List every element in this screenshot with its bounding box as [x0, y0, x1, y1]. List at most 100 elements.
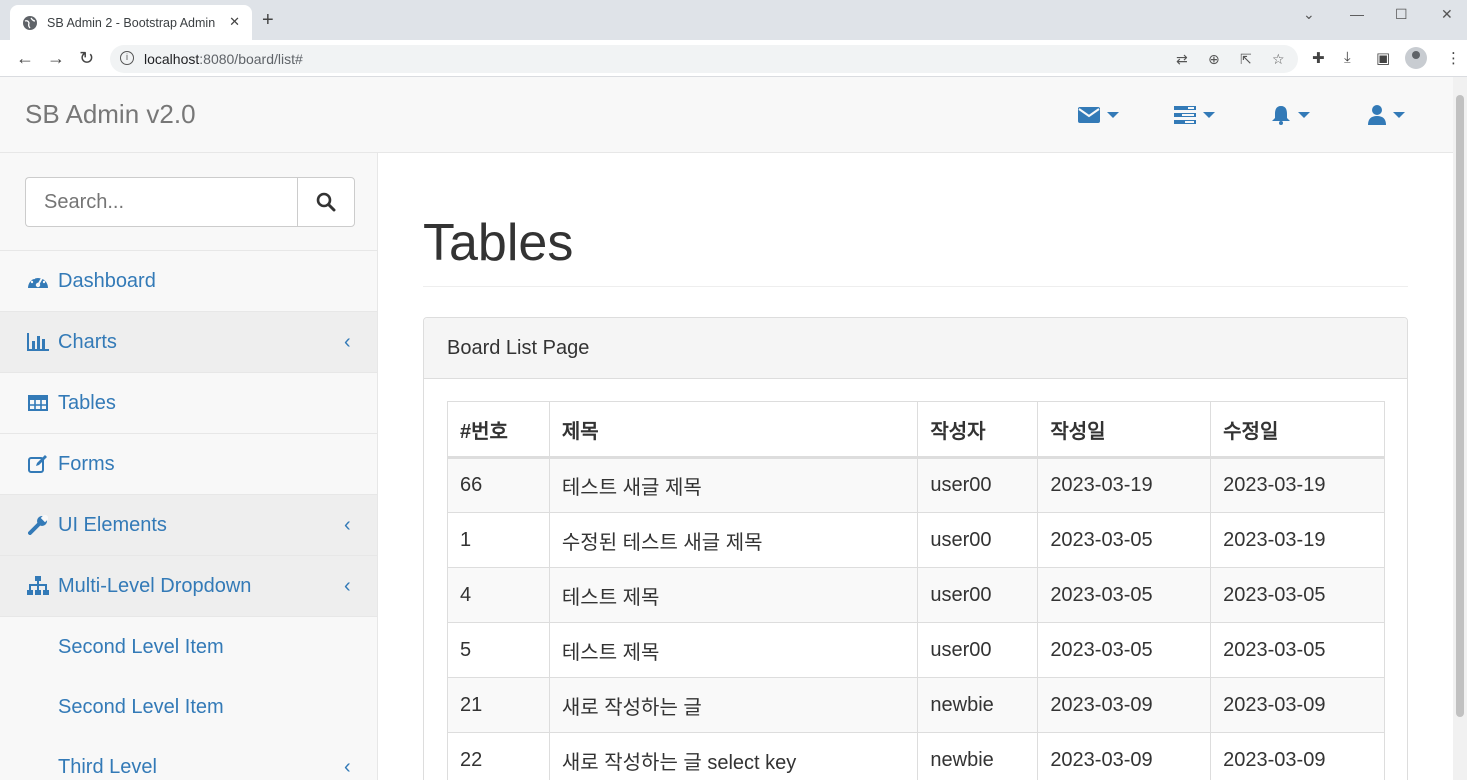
- chevron-down-icon[interactable]: ⌄: [1303, 6, 1315, 23]
- bell-icon: [1272, 106, 1290, 125]
- sidebar-item-forms[interactable]: Forms: [0, 434, 377, 495]
- search-input[interactable]: [25, 177, 298, 227]
- page-title: Tables: [423, 214, 574, 272]
- sidebar-item-label: Second Level Item: [58, 635, 224, 658]
- sidebar-item-label: Multi-Level Dropdown: [58, 574, 252, 597]
- tasks-dropdown[interactable]: [1174, 103, 1215, 127]
- sidebar-subitem-third-level[interactable]: Third Level ‹: [0, 737, 377, 780]
- cell-writer: user00: [917, 567, 1039, 623]
- zoom-icon[interactable]: ⊕: [1208, 51, 1220, 68]
- bar-chart-icon: [27, 331, 49, 353]
- table-row[interactable]: 1 수정된 테스트 새글 제목 user00 2023-03-05 2023-0…: [447, 512, 1385, 568]
- new-tab-button[interactable]: +: [262, 10, 274, 30]
- column-header-regdate: 작성일: [1037, 401, 1212, 459]
- sidebar-item-charts[interactable]: Charts ‹: [0, 312, 377, 373]
- cell-number: 1: [447, 512, 550, 568]
- board-table: #번호 제목 작성자 작성일 수정일 66 테스트 새글 제목 user00 2…: [447, 401, 1385, 780]
- close-icon[interactable]: ✕: [229, 14, 240, 30]
- url-text: localhost:8080/board/list#: [144, 51, 303, 67]
- caret-down-icon: [1203, 112, 1215, 118]
- site-info-icon[interactable]: i: [120, 51, 134, 65]
- table-header-row: #번호 제목 작성자 작성일 수정일: [447, 401, 1385, 459]
- table-row[interactable]: 5 테스트 제목 user00 2023-03-05 2023-03-05: [447, 622, 1385, 678]
- menu-dots-icon[interactable]: ⋮: [1446, 49, 1461, 67]
- scrollbar-thumb[interactable]: [1456, 95, 1464, 717]
- search-button[interactable]: [297, 177, 355, 227]
- sidebar-item-tables[interactable]: Tables: [0, 373, 377, 434]
- cell-updatedate: 2023-03-05: [1210, 567, 1385, 623]
- dashboard-icon: [27, 270, 49, 292]
- translate-icon[interactable]: ⇄: [1176, 51, 1188, 68]
- table-icon: [27, 392, 49, 414]
- caret-down-icon: [1107, 112, 1119, 118]
- sidebar: Dashboard Charts ‹ Tables Forms: [0, 153, 378, 780]
- cell-number: 66: [447, 457, 550, 513]
- cell-title[interactable]: 새로 작성하는 글: [548, 677, 919, 733]
- column-header-writer: 작성자: [917, 401, 1039, 459]
- cell-number: 21: [447, 677, 550, 733]
- url-bar[interactable]: i localhost:8080/board/list# ⇄ ⊕ ⇱ ☆: [110, 45, 1298, 73]
- table-row[interactable]: 66 테스트 새글 제목 user00 2023-03-19 2023-03-1…: [447, 457, 1385, 513]
- alerts-dropdown[interactable]: [1271, 103, 1310, 127]
- table-row[interactable]: 22 새로 작성하는 글 select key newbie 2023-03-0…: [447, 732, 1385, 780]
- messages-dropdown[interactable]: [1078, 103, 1119, 127]
- sidebar-item-multi-level-dropdown[interactable]: Multi-Level Dropdown ‹: [0, 556, 377, 617]
- chevron-left-icon: ‹: [344, 574, 351, 597]
- cell-regdate: 2023-03-05: [1037, 567, 1212, 623]
- back-icon[interactable]: ←: [16, 48, 34, 68]
- board-panel: Board List Page #번호 제목 작성자 작성일 수정일 66 테스…: [423, 317, 1408, 780]
- reload-icon[interactable]: ↻: [79, 48, 94, 68]
- edit-icon: [27, 453, 49, 475]
- cell-title[interactable]: 테스트 제목: [548, 567, 919, 623]
- window-close-icon[interactable]: ✕: [1441, 6, 1453, 23]
- table-row[interactable]: 4 테스트 제목 user00 2023-03-05 2023-03-05: [447, 567, 1385, 623]
- panel-title: Board List Page: [447, 337, 590, 359]
- cell-updatedate: 2023-03-09: [1210, 732, 1385, 780]
- maximize-icon[interactable]: ☐: [1395, 6, 1408, 23]
- cell-title[interactable]: 수정된 테스트 새글 제목: [548, 512, 919, 568]
- star-icon[interactable]: ☆: [1272, 51, 1285, 68]
- envelope-icon: [1078, 107, 1100, 123]
- minimize-icon[interactable]: —: [1350, 6, 1364, 22]
- cell-writer: newbie: [917, 732, 1039, 780]
- share-icon[interactable]: ⇱: [1240, 51, 1252, 68]
- cell-writer: newbie: [917, 677, 1039, 733]
- column-header-title: 제목: [548, 401, 919, 459]
- sidebar-subitem-second-level-2[interactable]: Second Level Item: [0, 677, 377, 737]
- cell-title[interactable]: 테스트 새글 제목: [548, 457, 919, 513]
- chevron-left-icon: ‹: [344, 513, 351, 536]
- sidebar-item-label: Second Level Item: [58, 695, 224, 718]
- browser-tab[interactable]: SB Admin 2 - Bootstrap Admin ✕: [10, 5, 252, 40]
- brand-title[interactable]: SB Admin v2.0: [25, 99, 196, 130]
- user-dropdown[interactable]: [1368, 103, 1405, 127]
- cell-writer: user00: [917, 622, 1039, 678]
- profile-avatar-icon[interactable]: [1405, 47, 1427, 69]
- cell-regdate: 2023-03-05: [1037, 622, 1212, 678]
- address-bar-row: ← → ↻ i localhost:8080/board/list# ⇄ ⊕ ⇱…: [0, 40, 1467, 77]
- cell-updatedate: 2023-03-05: [1210, 622, 1385, 678]
- sidebar-item-dashboard[interactable]: Dashboard: [0, 251, 377, 312]
- table-row[interactable]: 21 새로 작성하는 글 newbie 2023-03-09 2023-03-0…: [447, 677, 1385, 733]
- sidebar-item-label: Forms: [58, 452, 115, 475]
- side-panel-icon[interactable]: ▣: [1376, 49, 1390, 67]
- cell-number: 22: [447, 732, 550, 780]
- sitemap-icon: [27, 575, 49, 597]
- sidebar-search: [0, 153, 377, 251]
- forward-icon[interactable]: →: [47, 48, 65, 68]
- divider: [423, 286, 1408, 287]
- sidebar-item-ui-elements[interactable]: UI Elements ‹: [0, 495, 377, 556]
- caret-down-icon: [1393, 112, 1405, 118]
- chevron-left-icon: ‹: [344, 755, 351, 778]
- download-icon[interactable]: ⤓: [1344, 49, 1351, 66]
- column-header-number: #번호: [447, 401, 550, 459]
- user-icon: [1368, 105, 1386, 125]
- page-scrollbar[interactable]: [1453, 77, 1467, 780]
- extensions-icon[interactable]: ✚: [1312, 49, 1325, 67]
- tab-title: SB Admin 2 - Bootstrap Admin: [47, 15, 216, 30]
- cell-title[interactable]: 새로 작성하는 글 select key: [548, 732, 919, 780]
- column-header-updatedate: 수정일: [1210, 401, 1385, 459]
- top-navbar: SB Admin v2.0: [0, 77, 1453, 153]
- sidebar-subitem-second-level-1[interactable]: Second Level Item: [0, 617, 377, 677]
- cell-title[interactable]: 테스트 제목: [548, 622, 919, 678]
- cell-number: 4: [447, 567, 550, 623]
